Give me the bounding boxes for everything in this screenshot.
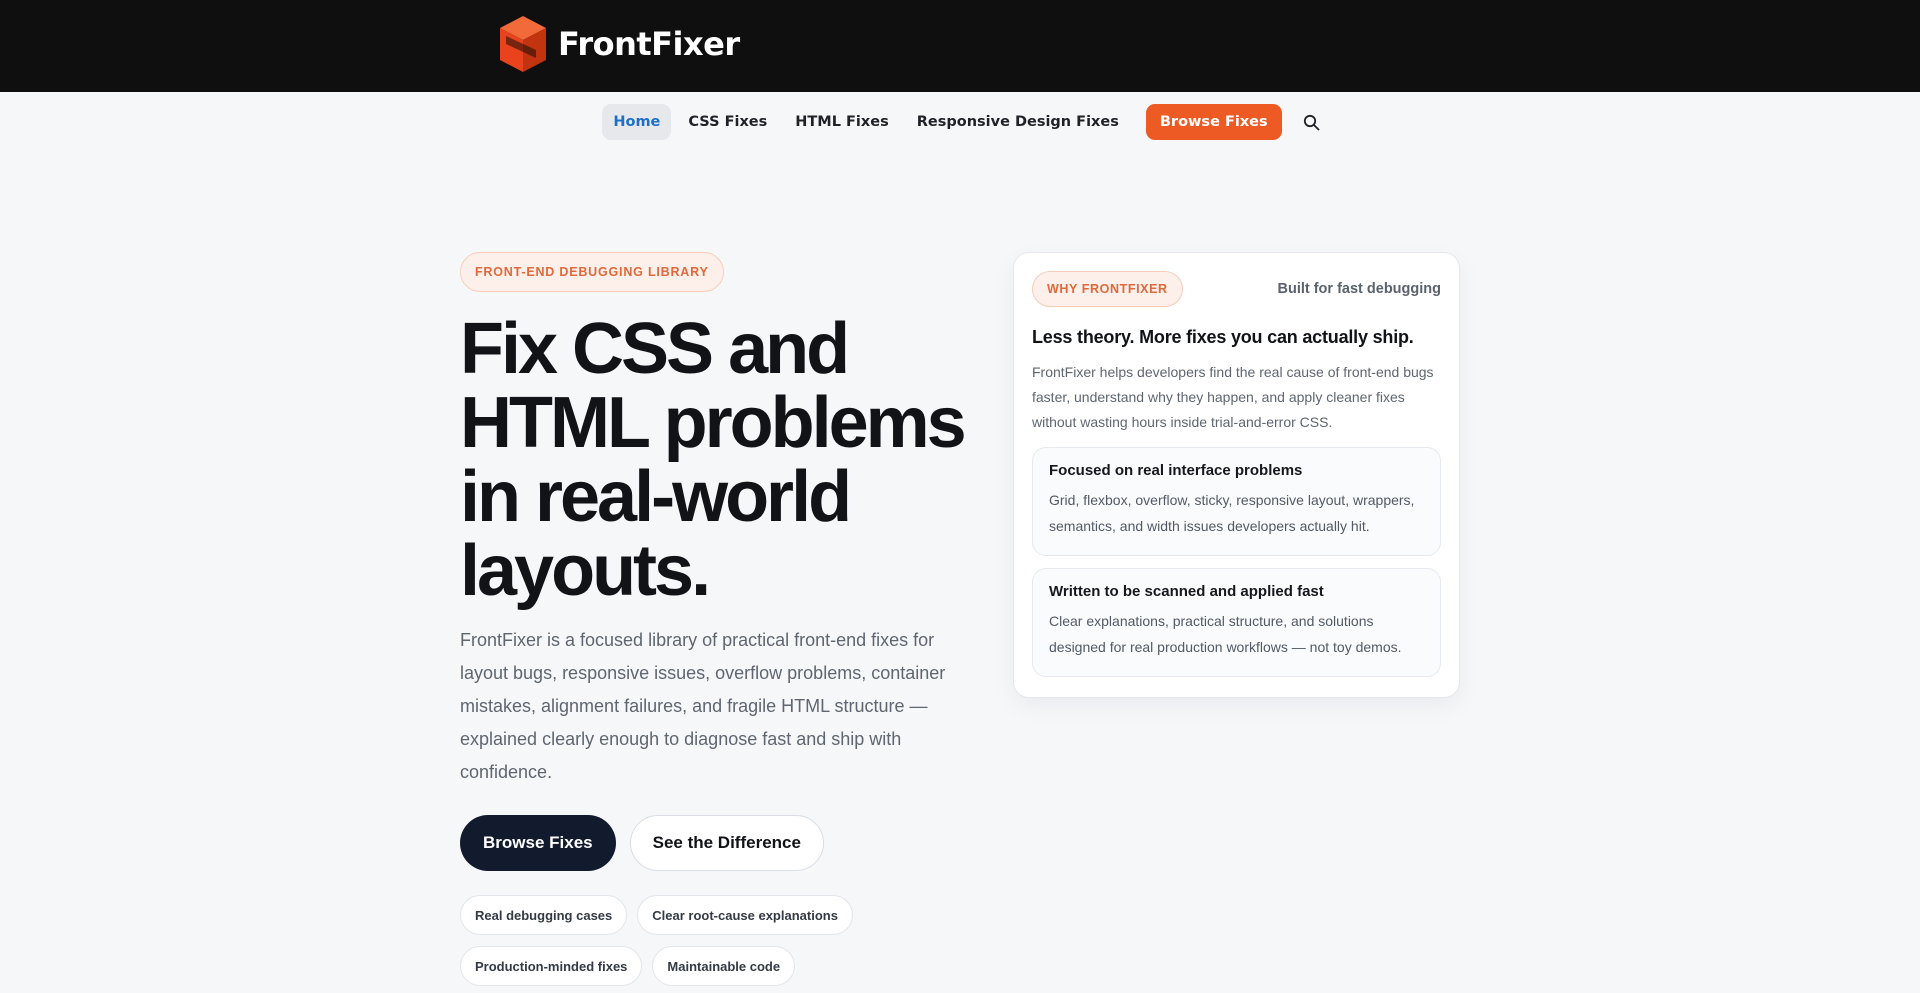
feature-title: Focused on real interface problems [1049, 462, 1303, 479]
hero-eyebrow-badge: FRONT-END DEBUGGING LIBRARY [460, 252, 724, 292]
nav-item-html-fixes[interactable]: HTML Fixes [784, 104, 899, 140]
card-description: FrontFixer helps developers find the rea… [1032, 364, 1434, 430]
feature-box: Focused on real interface problems Grid,… [1032, 447, 1441, 556]
feature-title: Written to be scanned and applied fast [1049, 583, 1324, 600]
feature-text: Grid, flexbox, overflow, sticky, respons… [1049, 492, 1415, 534]
cube-logo-icon [500, 16, 546, 72]
see-the-difference-button[interactable]: See the Difference [629, 815, 824, 871]
nav-browse-fixes-button[interactable]: Browse Fixes [1145, 104, 1282, 140]
hero-cta-row: Browse Fixes See the Difference [460, 815, 980, 871]
hero-lead-text: FrontFixer is a focused library of pract… [460, 630, 946, 782]
search-button[interactable] [1294, 104, 1330, 140]
chip-real-debugging-cases: Real debugging cases [460, 895, 628, 935]
why-frontfixer-card: WHY FRONTFIXER Built for fast debugging … [1013, 252, 1460, 698]
chip-production-minded-fixes: Production-minded fixes [460, 946, 643, 986]
card-badge: WHY FRONTFIXER [1032, 271, 1183, 307]
chip-maintainable-code: Maintainable code [652, 946, 796, 986]
search-icon [1304, 114, 1320, 130]
nav-item-home[interactable]: Home [602, 104, 672, 140]
nav-item-css-fixes[interactable]: CSS Fixes [677, 104, 778, 140]
feature-text: Clear explanations, practical structure,… [1049, 613, 1402, 655]
feature-chips: Real debugging cases Clear root-cause ex… [460, 895, 880, 986]
chip-root-cause-explanations: Clear root-cause explanations [637, 895, 853, 935]
brand-name: FrontFixer [558, 25, 740, 63]
top-header: FrontFixer [0, 0, 1920, 92]
main-nav: Home CSS Fixes HTML Fixes Responsive Des… [0, 92, 1920, 152]
hero-section: FRONT-END DEBUGGING LIBRARY Fix CSS and … [460, 252, 980, 986]
hero-headline: Fix CSS and HTML problems in real-world … [460, 309, 967, 611]
card-title: Less theory. More fixes you can actually… [1032, 327, 1414, 347]
card-header: WHY FRONTFIXER Built for fast debugging [1032, 271, 1441, 307]
card-note: Built for fast debugging [1277, 281, 1441, 297]
feature-box: Written to be scanned and applied fast C… [1032, 568, 1441, 677]
browse-fixes-button[interactable]: Browse Fixes [460, 815, 616, 871]
brand-logo[interactable]: FrontFixer [496, 14, 740, 74]
nav-item-responsive-design-fixes[interactable]: Responsive Design Fixes [906, 104, 1130, 140]
